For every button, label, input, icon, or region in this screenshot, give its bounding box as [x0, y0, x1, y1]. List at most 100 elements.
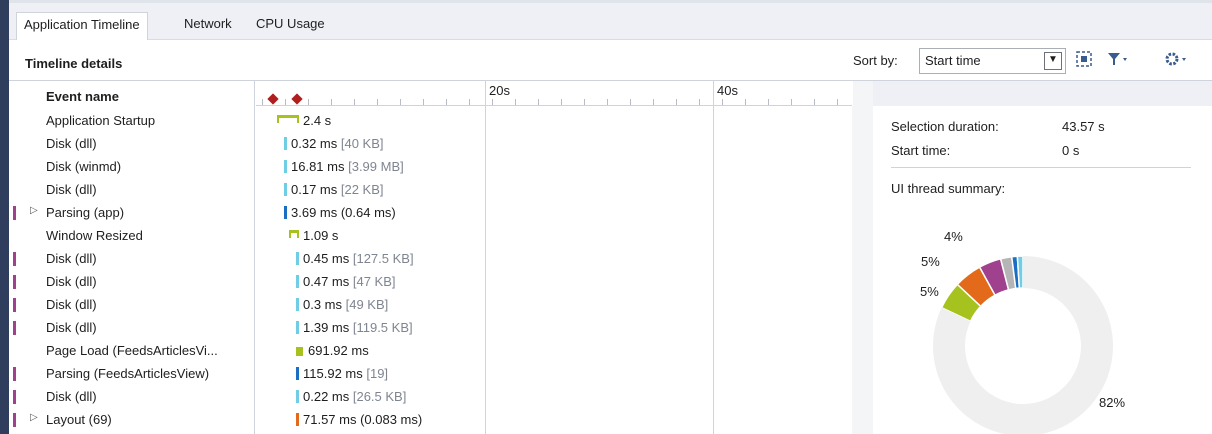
ruler-tick [377, 99, 378, 105]
timeline-bar[interactable] [284, 137, 287, 150]
bar-label: 1.39 ms [119.5 KB] [303, 320, 413, 335]
event-row[interactable]: Application Startup [9, 110, 255, 133]
event-row[interactable]: Disk (dll) [9, 248, 255, 271]
sort-select-value: Start time [925, 53, 981, 68]
event-name: Layout (69) [46, 412, 112, 427]
bar-label: 0.3 ms [49 KB] [303, 297, 389, 312]
ruler-label-20s: 20s [489, 83, 510, 98]
tab-network[interactable]: Network [177, 12, 239, 40]
expand-arrow-icon[interactable]: ▷ [30, 412, 38, 423]
bar-label: 2.4 s [303, 113, 332, 128]
event-name-column-header[interactable]: Event name [46, 89, 119, 104]
event-row[interactable]: Disk (dll) [9, 317, 255, 340]
timeline-bar[interactable] [296, 298, 299, 311]
ruler-tick [469, 99, 470, 105]
window-edge [0, 0, 9, 434]
ruler-tick [285, 99, 286, 105]
timeline-bar[interactable] [277, 115, 299, 123]
donut-label-5pct-a: 5% [921, 254, 940, 269]
event-row[interactable]: Disk (dll) [9, 133, 255, 156]
timeline-bar[interactable] [296, 413, 299, 426]
event-name: Disk (dll) [46, 182, 97, 197]
ruler-tick [607, 99, 608, 105]
expand-arrow-icon[interactable]: ▷ [30, 205, 38, 216]
ruler-tick [745, 99, 746, 105]
event-row[interactable]: Disk (winmd) [9, 156, 255, 179]
timeline-row[interactable]: 3.69 ms (0.64 ms) [256, 202, 852, 225]
event-row[interactable]: Disk (dll) [9, 294, 255, 317]
event-row[interactable]: ▷ Layout (69) [9, 409, 255, 432]
timeline-row[interactable]: 0.22 ms [26.5 KB] [256, 386, 852, 409]
timeline-bar[interactable] [284, 160, 287, 173]
ruler-tick [262, 99, 263, 105]
ruler-tick [492, 99, 493, 105]
filter-icon[interactable] [1106, 50, 1130, 72]
marker-diamond-icon[interactable] [267, 93, 279, 105]
chevron-down-icon[interactable]: ▼ [1044, 52, 1062, 70]
bar-label: 16.81 ms [3.99 MB] [291, 159, 404, 174]
event-name: Parsing (app) [46, 205, 125, 220]
timeline-row[interactable]: 2.4 s [256, 110, 852, 133]
timeline-row[interactable]: 1.39 ms [119.5 KB] [256, 317, 852, 340]
ui-thread-marker [13, 367, 16, 381]
timeline-row[interactable]: 0.47 ms [47 KB] [256, 271, 852, 294]
bar-label: 0.22 ms [26.5 KB] [303, 389, 407, 404]
ui-thread-donut-chart [933, 255, 1114, 434]
timeline-bar[interactable] [284, 206, 287, 219]
tab-cpu-usage[interactable]: CPU Usage [249, 12, 332, 40]
event-row[interactable]: Parsing (FeedsArticlesView) [9, 363, 255, 386]
bar-label: 0.17 ms [22 KB] [291, 182, 384, 197]
event-row[interactable]: Disk (dll) [9, 179, 255, 202]
ruler-tick [630, 99, 631, 105]
timeline-bar[interactable] [296, 367, 299, 380]
event-name: Application Startup [46, 113, 156, 128]
timeline-row[interactable]: 0.45 ms [127.5 KB] [256, 248, 852, 271]
timeline-row[interactable]: 16.81 ms [3.99 MB] [256, 156, 852, 179]
tab-application-timeline[interactable]: Application Timeline [16, 12, 148, 40]
ui-thread-marker [13, 206, 16, 220]
panel-gutter [853, 81, 873, 434]
zoom-to-selection-icon[interactable] [1072, 50, 1096, 72]
ruler-tick [561, 99, 562, 105]
timeline-row[interactable]: 0.17 ms [22 KB] [256, 179, 852, 202]
event-row[interactable]: Window Resized [9, 225, 255, 248]
timeline-row[interactable]: 1.09 s [256, 225, 852, 248]
event-name: Parsing (FeedsArticlesView) [46, 366, 210, 381]
page-title: Timeline details [25, 56, 123, 71]
bar-label: 3.69 ms (0.64 ms) [291, 205, 396, 220]
ui-thread-marker [13, 390, 16, 404]
event-row[interactable]: Disk (dll) [9, 386, 255, 409]
event-name: Page Load (FeedsArticlesVi... [46, 343, 218, 358]
ruler-tick [814, 99, 815, 105]
ruler-tick [423, 99, 424, 105]
marker-diamond-icon[interactable] [291, 93, 303, 105]
event-name: Window Resized [46, 228, 143, 243]
timeline-bar[interactable] [296, 252, 299, 265]
ruler-tick [308, 99, 309, 105]
timeline-bar[interactable] [289, 230, 299, 238]
ruler-tick [584, 99, 585, 105]
ruler-tick [354, 99, 355, 105]
ui-thread-marker [13, 298, 16, 312]
bar-label: 115.92 ms [19] [303, 366, 389, 381]
timeline-bar[interactable] [296, 347, 303, 356]
timeline-bar[interactable] [296, 321, 299, 334]
timeline-row[interactable]: 115.92 ms [19] [256, 363, 852, 386]
timeline-bar[interactable] [296, 390, 299, 403]
event-name: Disk (dll) [46, 389, 97, 404]
sort-select[interactable]: Start time ▼ [919, 48, 1066, 74]
event-name: Disk (dll) [46, 320, 97, 335]
timeline-row[interactable]: 71.57 ms (0.083 ms) [256, 409, 852, 432]
event-row[interactable]: Page Load (FeedsArticlesVi... [9, 340, 255, 363]
start-time-label: Start time: [891, 143, 951, 158]
event-row[interactable]: ▷ Parsing (app) [9, 202, 255, 225]
timeline-row[interactable]: 691.92 ms [256, 340, 852, 363]
settings-icon[interactable] [1163, 50, 1187, 72]
timeline-bar[interactable] [296, 275, 299, 288]
event-row[interactable]: Disk (dll) [9, 271, 255, 294]
timeline-row[interactable]: 0.32 ms [40 KB] [256, 133, 852, 156]
ui-thread-marker [13, 275, 16, 289]
timeline-bar[interactable] [284, 183, 287, 196]
timeline-row[interactable]: 0.3 ms [49 KB] [256, 294, 852, 317]
donut-label-82pct: 82% [1099, 395, 1126, 410]
